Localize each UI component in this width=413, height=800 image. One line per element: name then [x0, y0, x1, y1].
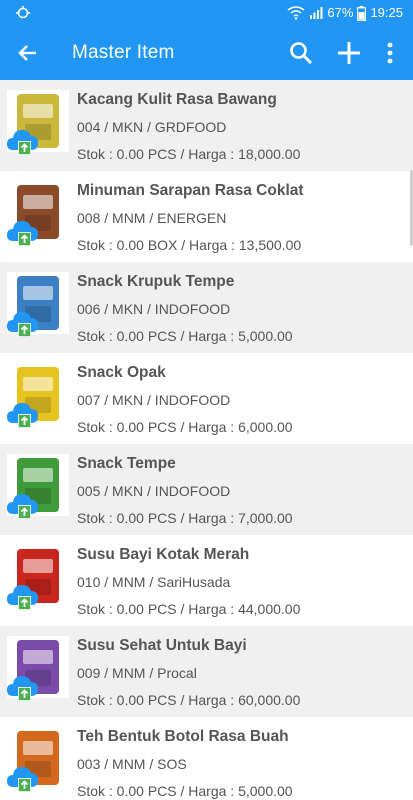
- item-name: Snack Tempe: [77, 455, 176, 472]
- page-title: Master Item: [72, 42, 175, 63]
- item-stock-price: Stok : 0.00 PCS / Harga : 5,000.00: [77, 328, 293, 344]
- item-code: 003 / MNM / SOS: [77, 756, 187, 772]
- list-item[interactable]: Snack Tempe 005 / MKN / INDOFOOD Stok : 0.…: [0, 444, 413, 535]
- item-code: 007 / MKN / INDOFOOD: [77, 392, 231, 408]
- item-name: Teh Bentuk Botol Rasa Buah: [77, 728, 289, 745]
- list-item[interactable]: Kacang Kulit Rasa Bawang 004 / MKN / GRDF…: [0, 80, 413, 171]
- item-name: Snack Opak: [77, 364, 166, 381]
- list-item[interactable]: Susu Sehat Untuk Bayi 009 / MNM / Procal S…: [0, 626, 413, 717]
- list-item[interactable]: Susu Bayi Kotak Merah 010 / MNM / SariHus…: [0, 535, 413, 626]
- battery-percent: 67%: [327, 5, 354, 20]
- more-vert-icon[interactable]: [378, 39, 402, 67]
- item-name: Snack Krupuk Tempe: [77, 273, 235, 290]
- item-code: 010 / MNM / SariHusada: [77, 574, 231, 590]
- list-item[interactable]: Snack Krupuk Tempe 006 / MKN / INDOFOOD St…: [0, 262, 413, 353]
- cloud-upload-icon[interactable]: [5, 668, 41, 704]
- cloud-upload-icon[interactable]: [5, 577, 41, 613]
- list-item[interactable]: Teh Bentuk Botol Rasa Buah 003 / MNM / SO…: [0, 717, 413, 800]
- list-item[interactable]: Snack Opak 007 / MKN / INDOFOOD Stok : 0.0…: [0, 353, 413, 444]
- wifi-icon: [287, 6, 305, 20]
- item-stock-price: Stok : 0.00 BOX / Harga : 13,500.00: [77, 237, 302, 253]
- cloud-upload-icon[interactable]: [5, 759, 41, 795]
- cloud-upload-icon[interactable]: [5, 213, 41, 249]
- item-list[interactable]: Kacang Kulit Rasa Bawang 004 / MKN / GRDF…: [0, 80, 413, 800]
- item-code: 008 / MNM / ENERGEN: [77, 210, 227, 226]
- cloud-upload-icon[interactable]: [5, 395, 41, 431]
- item-code: 009 / MNM / Procal: [77, 665, 197, 681]
- item-stock-price: Stok : 0.00 PCS / Harga : 44,000.00: [77, 601, 301, 617]
- notification-icon: [16, 6, 30, 19]
- status-bar: 67% 19:25: [0, 0, 413, 26]
- item-code: 006 / MKN / INDOFOOD: [77, 301, 231, 317]
- item-stock-price: Stok : 0.00 PCS / Harga : 5,000.00: [77, 783, 293, 799]
- item-name: Susu Bayi Kotak Merah: [77, 546, 250, 563]
- list-item[interactable]: Minuman Sarapan Rasa Coklat 008 / MNM / E…: [0, 171, 413, 262]
- cloud-upload-icon[interactable]: [5, 304, 41, 340]
- item-stock-price: Stok : 0.00 PCS / Harga : 7,000.00: [77, 510, 293, 526]
- item-code: 004 / MKN / GRDFOOD: [77, 119, 227, 135]
- signal-icon: [310, 7, 323, 19]
- item-code: 005 / MKN / INDOFOOD: [77, 483, 231, 499]
- add-icon[interactable]: [335, 39, 363, 67]
- item-name: Kacang Kulit Rasa Bawang: [77, 91, 277, 108]
- item-stock-price: Stok : 0.00 PCS / Harga : 6,000.00: [77, 419, 293, 435]
- cloud-upload-icon[interactable]: [5, 486, 41, 522]
- cloud-upload-icon[interactable]: [5, 122, 41, 158]
- clock: 19:25: [370, 5, 403, 20]
- search-icon[interactable]: [287, 39, 315, 67]
- item-name: Minuman Sarapan Rasa Coklat: [77, 182, 304, 199]
- battery-icon: [357, 5, 367, 21]
- app-bar: Master Item: [0, 26, 413, 80]
- item-stock-price: Stok : 0.00 PCS / Harga : 18,000.00: [77, 146, 301, 162]
- item-name: Susu Sehat Untuk Bayi: [77, 637, 247, 654]
- item-stock-price: Stok : 0.00 PCS / Harga : 60,000.00: [77, 692, 301, 708]
- arrow-back-icon[interactable]: [14, 39, 42, 67]
